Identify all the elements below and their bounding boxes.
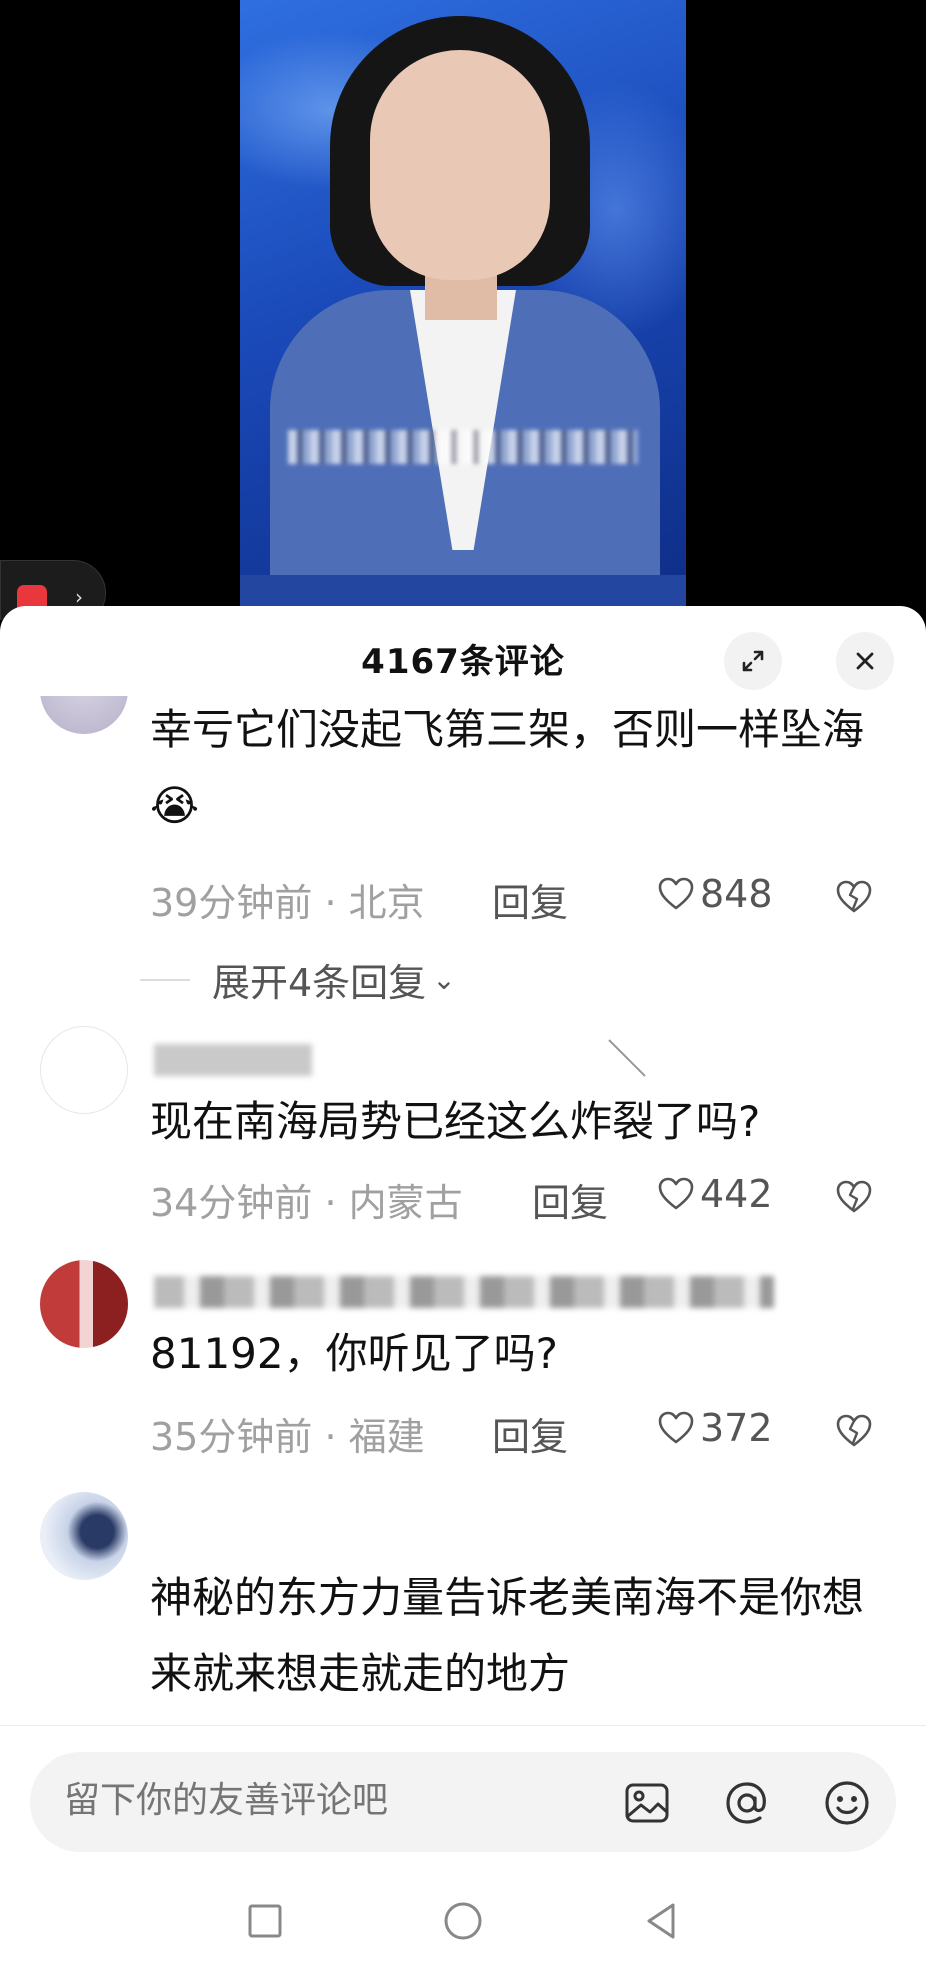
at-icon[interactable] [722, 1778, 772, 1828]
news-video-frame[interactable] [240, 0, 686, 606]
comment-location: 福建 [348, 1415, 425, 1459]
stroke-mark-icon [608, 1039, 646, 1077]
reply-button[interactable]: 回复 [492, 1406, 568, 1461]
comment-meta: 35分钟前 · 福建 [150, 1415, 425, 1459]
emoji-icon[interactable] [822, 1778, 872, 1828]
like-button[interactable]: 372 [656, 1406, 773, 1450]
blurred-username [154, 1276, 774, 1308]
comment-meta: 39分钟前 · 北京 [150, 881, 425, 925]
blurred-caption [288, 430, 638, 464]
heart-icon [658, 877, 694, 910]
broken-heart-icon[interactable] [834, 1177, 874, 1217]
comment-time: 35分钟前 [150, 1415, 313, 1459]
reply-button[interactable]: 回复 [492, 872, 568, 927]
expand-replies-label: 展开4条回复 [212, 961, 427, 1005]
comment-text: 幸亏它们没起飞第三架，否则一样坠海😭 [150, 705, 865, 830]
comment-text: 81192，你听见了吗? [150, 1329, 558, 1378]
broken-heart-icon[interactable] [834, 877, 874, 917]
chevron-down-icon: ⌄ [432, 963, 456, 996]
back-icon[interactable] [639, 1899, 683, 1943]
comment-list[interactable]: 幸亏它们没起飞第三架，否则一样坠海😭 39分钟前 · 北京 回复 848 展开4… [0, 696, 926, 1726]
avatar[interactable] [40, 1492, 128, 1580]
avatar[interactable] [40, 696, 128, 734]
comment-location: 内蒙古 [348, 1181, 463, 1225]
sheet-title: 4167条评论 [361, 642, 565, 682]
comment-location: 北京 [348, 881, 425, 925]
comment-text: 现在南海局势已经这么炸裂了吗? [150, 1097, 761, 1146]
expand-button[interactable] [724, 632, 782, 690]
expand-replies[interactable]: 展开4条回复 ⌄ [140, 952, 456, 1007]
comment-sheet: 4167条评论 幸亏它们没起飞第三架，否则一样坠海😭 39分钟前 · 北京 回复… [0, 606, 926, 1966]
broken-heart-icon[interactable] [834, 1411, 874, 1451]
comment-input[interactable] [64, 1780, 564, 1821]
system-navigation-bar [0, 1885, 926, 1966]
reply-button[interactable]: 回复 [532, 1172, 608, 1227]
close-button[interactable] [836, 632, 894, 690]
like-count: 848 [700, 872, 773, 916]
avatar[interactable] [40, 1260, 128, 1348]
comment-time: 39分钟前 [150, 881, 313, 925]
like-button[interactable]: 848 [656, 872, 773, 916]
like-count: 442 [700, 1172, 773, 1216]
chevron-right-icon: › [75, 585, 83, 609]
comment-input-bar [0, 1725, 926, 1886]
avatar[interactable] [40, 1026, 128, 1114]
close-icon [856, 652, 874, 670]
blurred-username [154, 1044, 312, 1076]
home-icon[interactable] [441, 1899, 485, 1943]
comment-input-box[interactable] [30, 1752, 896, 1852]
heart-icon [658, 1411, 694, 1444]
anchor-face [370, 50, 550, 280]
video-player[interactable]: › [0, 0, 926, 620]
comment-time: 34分钟前 [150, 1181, 313, 1225]
heart-icon [658, 1177, 694, 1210]
comment-meta: 34分钟前 · 内蒙古 [150, 1181, 463, 1225]
comment-text: 神秘的东方力量告诉老美南海不是你想来就来想走就走的地方 [150, 1573, 865, 1698]
expand-icon [742, 650, 764, 672]
like-button[interactable]: 442 [656, 1172, 773, 1216]
like-count: 372 [700, 1406, 773, 1450]
image-icon[interactable] [622, 1778, 672, 1828]
recent-apps-icon[interactable] [243, 1899, 287, 1943]
